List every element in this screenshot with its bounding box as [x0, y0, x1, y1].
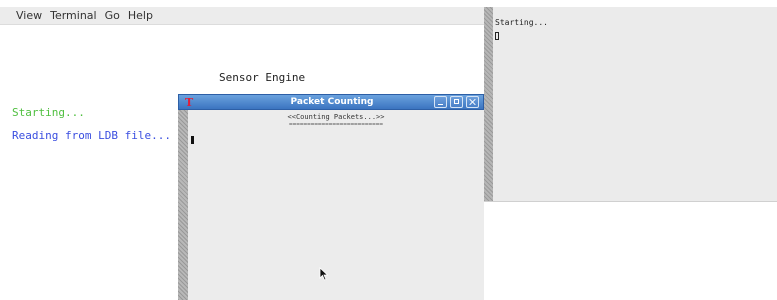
starting-status: Starting... — [12, 106, 85, 119]
menu-terminal[interactable]: Terminal — [50, 9, 97, 22]
close-button[interactable] — [466, 96, 479, 108]
right-pane-scrollbar[interactable] — [484, 7, 493, 201]
menu-view[interactable]: View — [16, 9, 42, 22]
reading-status: Reading from LDB file... — [12, 129, 171, 142]
minimize-button[interactable] — [434, 96, 447, 108]
dialog-scrollbar[interactable] — [178, 110, 188, 300]
maximize-button[interactable] — [450, 96, 463, 108]
dialog-terminal-cursor — [191, 136, 194, 144]
sensor-engine-title: Sensor Engine — [219, 71, 306, 84]
right-terminal-pane[interactable]: Starting... — [484, 7, 777, 201]
menu-help[interactable]: Help — [128, 9, 153, 22]
dialog-terminal-body[interactable]: <<Counting Packets...>> ================… — [188, 110, 484, 300]
dialog-titlebar[interactable]: T Packet Counting — [178, 94, 484, 110]
right-starting-status: Starting... — [495, 18, 548, 27]
packet-counting-window: T Packet Counting <<Counting Packets...>… — [178, 94, 484, 300]
menu-bar: View Terminal Go Help — [0, 7, 484, 25]
right-terminal-cursor — [495, 32, 499, 40]
empty-desktop-area — [484, 201, 777, 300]
header-underline: ========================== — [289, 121, 383, 128]
mouse-pointer-icon — [319, 267, 329, 281]
menu-go[interactable]: Go — [105, 9, 120, 22]
